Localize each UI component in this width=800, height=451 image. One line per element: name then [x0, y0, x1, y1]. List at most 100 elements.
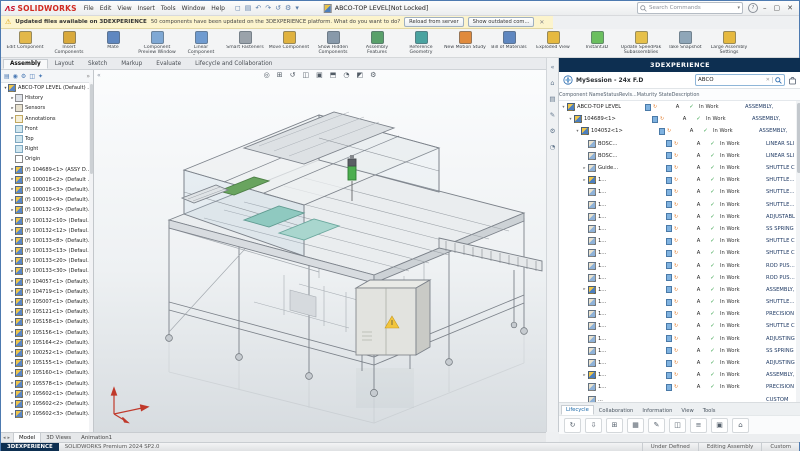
command-tab[interactable]: Sketch — [81, 59, 114, 69]
feature-tree-item[interactable]: Right — [1, 144, 93, 154]
compass-icon[interactable] — [563, 75, 573, 85]
ribbon-button[interactable]: Assembly Features — [356, 31, 398, 55]
column-header[interactable]: Is... — [628, 92, 637, 98]
ribbon-button[interactable]: Show Hidden Components — [312, 31, 354, 55]
manager-tab-icon[interactable]: ⚙ — [21, 73, 26, 80]
feature-tree-item[interactable]: ▸ (f) 105602<3> (Default) <<De... — [1, 409, 93, 419]
component-row[interactable]: ▸ 1... ↻ A ✓ In Work SHUTTLE PI — [559, 174, 795, 186]
panel-tab[interactable]: View — [677, 407, 697, 415]
viewport-tool-icon[interactable]: ▣ — [316, 71, 323, 79]
manager-tab-icon[interactable]: ▤ — [4, 73, 10, 80]
row-expander-icon[interactable]: ▸ — [582, 178, 587, 183]
show-outdated-button[interactable]: Show outdated com... — [468, 17, 535, 27]
column-header[interactable]: Maturity State — [637, 92, 672, 98]
feature-tree-item[interactable]: Top — [1, 134, 93, 144]
component-row[interactable]: 1... ↻ A ✓ In Work SHUTTLE C — [559, 235, 795, 247]
graphics-viewport[interactable]: « ◎⊞↺◫▣⬒◔◩⚙ — [94, 70, 546, 432]
panel-tab[interactable]: Lifecycle — [561, 405, 594, 415]
task-pane-icon[interactable]: ◔ — [550, 143, 556, 151]
feature-tree-item[interactable]: ▸ (f) 100133<13> (Default) <<De... — [1, 246, 93, 256]
command-tab[interactable]: Markup — [114, 59, 149, 69]
feature-tree-item[interactable]: ▸ (f) 105156<1> (Default) <<De... — [1, 328, 93, 338]
feature-tree-item[interactable]: ▸ (f) 100133<8> (Default) <<Def... — [1, 236, 93, 246]
viewport-tool-icon[interactable]: ◩ — [356, 71, 363, 79]
command-tab[interactable]: Assembly — [3, 59, 48, 69]
search-icon[interactable] — [775, 77, 782, 84]
quick-access-icon[interactable]: ↺ — [275, 4, 281, 12]
menu-item[interactable]: Help — [211, 5, 225, 12]
feature-tree-item[interactable]: ▸ (f) 105155<1> (Default) <<De... — [1, 358, 93, 368]
viewport-tool-icon[interactable]: ↺ — [290, 71, 296, 79]
panel-tool-button[interactable]: ◫ — [669, 418, 686, 433]
component-row[interactable]: ▾ 104689<1> ↻ A ✓ In Work ASSEMBLY, — [559, 113, 795, 125]
quick-access-icon[interactable]: ▤ — [245, 4, 252, 12]
quick-access-icon[interactable]: ↷ — [265, 4, 271, 12]
feature-tree-item[interactable]: ▾ ABCO-TOP LEVEL (Default) <D... — [1, 83, 93, 93]
quick-access-icon[interactable]: ▾ — [295, 4, 299, 12]
search-clear-icon[interactable]: ✕ — [766, 77, 770, 83]
reload-from-server-button[interactable]: Reload from server — [404, 17, 463, 27]
ribbon-button[interactable]: Edit Component — [4, 31, 46, 50]
ribbon-button[interactable]: Linear Component Pattern — [180, 31, 222, 55]
ribbon-button[interactable]: Insert Components — [48, 31, 90, 55]
tree-flyout-arrow[interactable]: « — [97, 72, 101, 79]
ribbon-button[interactable]: Instant3D — [576, 31, 618, 50]
task-pane-icon[interactable]: « — [551, 63, 555, 71]
component-row[interactable]: 1... ↻ A ✓ In Work SHUTTLE PI — [559, 296, 795, 308]
close-button[interactable]: ✕ — [787, 4, 793, 12]
component-row[interactable]: 1... ↻ A ✓ In Work SHUTTLE PI — [559, 186, 795, 198]
feature-tree-item[interactable]: ▸ (f) 104689<1> (ASSY DWG) <Du... — [1, 165, 93, 175]
column-header[interactable]: Description — [672, 92, 700, 98]
row-expander-icon[interactable]: ▸ — [582, 287, 587, 292]
feature-tree-item[interactable]: ▸ (f) 100133<30> (Default) <<De... — [1, 266, 93, 276]
row-expander-icon[interactable]: ▾ — [561, 105, 566, 110]
model-tab[interactable]: Model — [13, 433, 41, 442]
panel-tool-button[interactable]: ≡ — [690, 418, 707, 433]
ribbon-button[interactable]: Component Preview Window — [136, 31, 178, 55]
tab-scroll-arrow[interactable]: ◂ — [3, 435, 6, 441]
feature-tree-item[interactable]: ▸ (f) 100132<9> (Default) <<Defa... — [1, 205, 93, 215]
quick-access-icon[interactable]: ↶ — [255, 4, 261, 12]
panel-tool-button[interactable]: ↻ — [564, 418, 581, 433]
panel-tool-button[interactable]: ▦ — [627, 418, 644, 433]
task-pane-icon[interactable]: ⚙ — [550, 127, 556, 135]
menu-item[interactable]: View — [117, 5, 131, 12]
minimize-button[interactable]: – — [763, 4, 767, 12]
panel-tool-button[interactable]: ⇩ — [585, 418, 602, 433]
feature-tree-item[interactable]: ▸ (f) 105578<1> (Default) <Default — [1, 378, 93, 388]
viewport-tool-icon[interactable]: ⊞ — [277, 71, 283, 79]
search-options-caret[interactable]: ▾ — [737, 5, 740, 11]
component-row[interactable]: 1... ↻ A ✓ In Work ROD PUSHE — [559, 272, 795, 284]
column-header[interactable]: Component Name — [559, 92, 603, 98]
component-row[interactable]: 1... ↻ A ✓ In Work SS SPRING — [559, 223, 795, 235]
feature-tree-item[interactable]: ▸ (f) 100019<4> (Default) <<Defa... — [1, 195, 93, 205]
panel-tab[interactable]: Tools — [699, 407, 720, 415]
component-row[interactable]: 1... ↻ A ✓ In Work ADJUSTING — [559, 357, 795, 369]
model-tab[interactable]: Animation1 — [76, 433, 117, 442]
ribbon-button[interactable]: Exploded View — [532, 31, 574, 50]
viewport-tool-icon[interactable]: ⬒ — [330, 71, 337, 79]
feature-tree-item[interactable]: Origin — [1, 154, 93, 164]
menu-item[interactable]: Tools — [161, 5, 176, 12]
component-row[interactable]: 1... ↻ A ✓ In Work ADJUSTING — [559, 333, 795, 345]
panel-tool-button[interactable]: ⊞ — [606, 418, 623, 433]
component-row[interactable]: 1... ↻ A ✓ In Work PRECISION — [559, 308, 795, 320]
table-scrollbar[interactable] — [796, 101, 800, 402]
component-row[interactable]: 1... ↻ A ✓ In Work PRECISION — [559, 381, 795, 393]
manager-tab-icon[interactable]: ◫ — [29, 73, 35, 80]
manager-tab-icon[interactable]: ✦ — [38, 73, 43, 80]
row-expander-icon[interactable]: ▸ — [582, 373, 587, 378]
viewport-tool-icon[interactable]: ◔ — [343, 71, 349, 79]
feature-tree-item[interactable]: ▸ Annotations — [1, 114, 93, 124]
manager-tab-icon[interactable]: ◉ — [13, 73, 18, 80]
component-row[interactable]: ▸ 1... ↻ A ✓ In Work ASSEMBLY, — [559, 369, 795, 381]
ribbon-button[interactable]: Move Component — [268, 31, 310, 50]
quick-access-icon[interactable]: ◻ — [235, 4, 241, 12]
ribbon-button[interactable]: Update SpeedPak Subassemblies — [620, 31, 662, 55]
model-tab[interactable]: 3D Views — [41, 433, 76, 442]
component-row[interactable]: 1... ↻ A ✓ In Work SHUTTLE C — [559, 247, 795, 259]
command-search-input[interactable]: Search Commands ▾ — [637, 2, 743, 14]
feature-tree-item[interactable]: ▸ (f) 105158<1> (Default) <<De... — [1, 317, 93, 327]
feature-tree-item[interactable]: ▸ Sensors — [1, 103, 93, 113]
feature-tree-item[interactable]: ▸ (f) 100133<20> (Default) <<De... — [1, 256, 93, 266]
